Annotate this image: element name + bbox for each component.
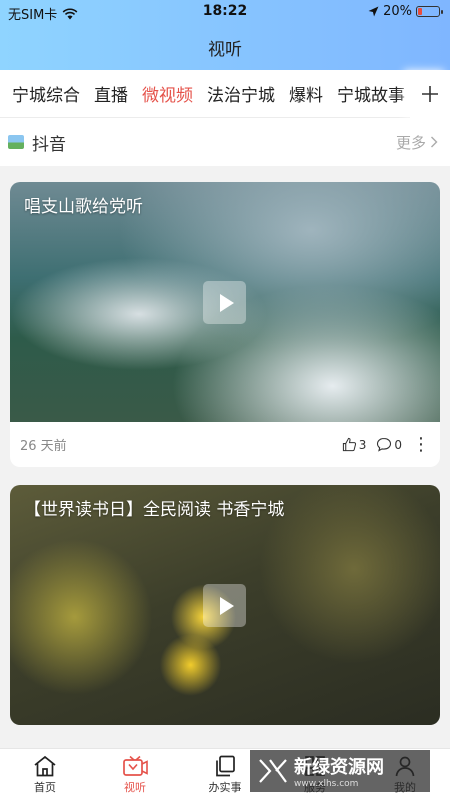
- video-thumbnail[interactable]: 唱支山歌给党听: [10, 182, 440, 422]
- video-thumbnail[interactable]: 【世界读书日】全民阅读 书香宁城: [10, 485, 440, 725]
- watermark-logo-icon: [259, 759, 287, 783]
- chevron-right-icon: [431, 136, 438, 148]
- comment-count: 0: [394, 437, 402, 452]
- comment-icon: [377, 437, 392, 452]
- thumbs-up-icon: [342, 437, 356, 452]
- video-card[interactable]: 【世界读书日】全民阅读 书香宁城: [10, 485, 440, 725]
- page-title: 视听: [208, 40, 242, 60]
- category-tabs: 宁城综合 直播 微视频 法治宁城 爆料 宁城故事: [0, 69, 450, 118]
- battery-percent: 20%: [383, 4, 412, 19]
- publish-time: 26 天前: [20, 439, 67, 454]
- tabbar-label: 办实事: [208, 780, 242, 794]
- play-button[interactable]: [203, 281, 246, 324]
- video-card[interactable]: 唱支山歌给党听 26 天前 3 0 ⋮: [10, 182, 440, 467]
- add-tab-button[interactable]: [410, 69, 450, 118]
- like-count: 3: [358, 437, 367, 452]
- watermark: 新绿资源网 www.xlhs.com: [250, 750, 430, 792]
- tabbar-media[interactable]: 视听: [90, 749, 180, 800]
- tabbar-label: 首页: [34, 780, 56, 794]
- tab-scroll[interactable]: 宁城综合 直播 微视频 法治宁城 爆料 宁城故事: [0, 81, 410, 106]
- tab-ningcheng-stories[interactable]: 宁城故事: [337, 81, 405, 106]
- home-icon: [34, 755, 56, 776]
- location-arrow-icon: [368, 6, 379, 17]
- section-title: 抖音: [32, 134, 66, 155]
- more-link[interactable]: 更多: [396, 132, 438, 153]
- comment-button[interactable]: 0: [376, 437, 402, 452]
- tab-legal-ningcheng[interactable]: 法治宁城: [207, 81, 275, 106]
- more-label: 更多: [395, 133, 426, 152]
- play-button[interactable]: [203, 584, 246, 627]
- plus-icon: [422, 85, 438, 102]
- tv-icon: [123, 755, 148, 776]
- video-caption: 【世界读书日】全民阅读 书香宁城: [24, 500, 285, 520]
- section-header: 抖音 更多: [0, 118, 450, 166]
- tab-micro-video[interactable]: 微视频: [142, 81, 193, 106]
- like-button[interactable]: 3: [342, 437, 367, 452]
- video-meta: 26 天前 3 0 ⋮: [10, 422, 440, 467]
- tab-ningcheng-general[interactable]: 宁城综合: [12, 81, 80, 106]
- copy-icon: [216, 755, 235, 776]
- video-caption: 唱支山歌给党听: [24, 197, 143, 217]
- image-icon: [8, 135, 24, 149]
- tab-live[interactable]: 直播: [94, 81, 128, 106]
- watermark-url: www.xlhs.com: [294, 779, 359, 789]
- watermark-text: 新绿资源网: [294, 757, 384, 778]
- status-bar: 无SIM卡 18:22 20%: [0, 0, 450, 24]
- tab-tipoff[interactable]: 爆料: [289, 81, 323, 106]
- app-header: 无SIM卡 18:22 20% 视听: [0, 0, 450, 70]
- tabbar-label: 视听: [124, 780, 146, 794]
- tabbar-home[interactable]: 首页: [0, 749, 90, 800]
- battery-icon: [416, 6, 443, 17]
- more-options-icon[interactable]: ⋮: [412, 435, 430, 454]
